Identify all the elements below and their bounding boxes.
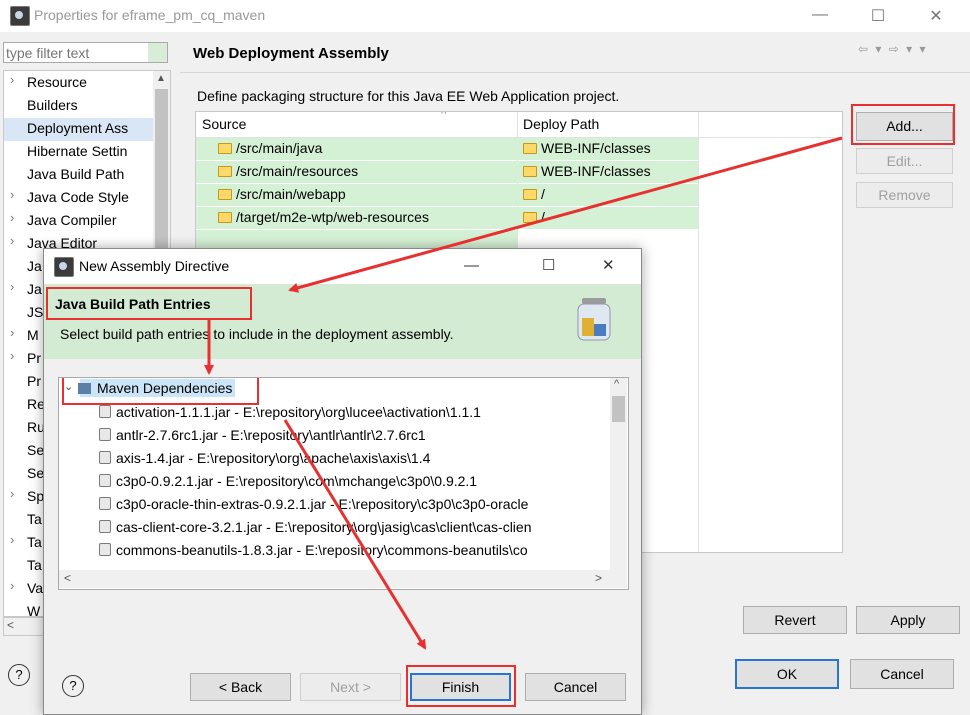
arrow-maven-to-finish: [283, 419, 427, 650]
annotation-arrows: [204, 136, 843, 650]
arrow-add-to-dialog: [288, 136, 843, 293]
